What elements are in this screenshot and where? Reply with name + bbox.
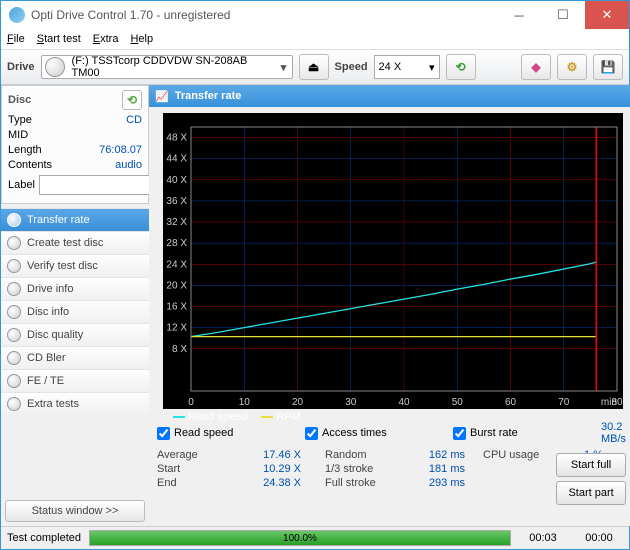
elapsed-time: 00:03 (519, 532, 567, 544)
remaining-time: 00:00 (575, 532, 623, 544)
start-part-button[interactable]: Start part (556, 481, 626, 505)
speed-selector[interactable]: 24 X▾ (374, 55, 440, 79)
menu-start-test[interactable]: Start test (37, 33, 81, 45)
svg-text:50: 50 (451, 397, 463, 408)
content-panel: 📈 Transfer rate 8 X 12 X 16 X 20 X 24 X 28 X 3… (149, 85, 630, 526)
status-text: Test completed (7, 532, 81, 544)
start-full-button[interactable]: Start full (556, 453, 626, 477)
eject-button[interactable]: ⏏ (299, 54, 329, 80)
access-times-checkbox[interactable]: Access times (305, 421, 453, 445)
bullet-icon (7, 351, 21, 365)
settings-button[interactable]: ⚙ (557, 54, 587, 80)
bullet-icon (7, 305, 21, 319)
refresh-button[interactable]: ⟲ (446, 54, 476, 80)
svg-text:32 X: 32 X (166, 217, 187, 228)
chevron-down-icon: ▾ (429, 61, 435, 74)
nav-item-extra-tests[interactable]: Extra tests (1, 392, 149, 415)
nav-item-transfer-rate[interactable]: Transfer rate (1, 208, 149, 231)
menu-file[interactable]: File (7, 33, 25, 45)
bullet-icon (7, 328, 21, 342)
sidebar: Disc ⟲ TypeCDMIDLength76:08.07Contentsau… (1, 85, 149, 526)
bullet-icon (7, 259, 21, 273)
svg-text:36 X: 36 X (166, 196, 187, 207)
status-window-button[interactable]: Status window >> (5, 500, 145, 522)
nav-item-verify-test-disc[interactable]: Verify test disc (1, 254, 149, 277)
svg-text:10: 10 (238, 397, 250, 408)
disc-refresh-button[interactable]: ⟲ (122, 90, 142, 110)
transfer-rate-chart: 8 X 12 X 16 X 20 X 24 X 28 X 32 X 36 X 40 X 44 X 4… (155, 113, 630, 409)
disc-header: Disc (8, 94, 31, 106)
disc-icon (45, 57, 65, 77)
nav-item-cd-bler[interactable]: CD Bler (1, 346, 149, 369)
svg-text:16 X: 16 X (166, 302, 187, 313)
svg-text:24 X: 24 X (166, 259, 187, 270)
chevron-down-icon: ▾ (276, 61, 292, 74)
nav-item-create-test-disc[interactable]: Create test disc (1, 231, 149, 254)
content-title: Transfer rate (175, 90, 242, 102)
svg-text:20 X: 20 X (166, 280, 187, 291)
erase-button[interactable]: ◆ (521, 54, 551, 80)
bullet-icon (7, 374, 21, 388)
save-button[interactable]: 💾 (593, 54, 623, 80)
app-icon (9, 7, 25, 23)
svg-text:30: 30 (345, 397, 357, 408)
chart-icon: 📈 (155, 90, 169, 103)
chart-legend: Read speed RPM (173, 411, 301, 423)
minimize-button[interactable]: ─ (497, 1, 541, 29)
svg-text:0: 0 (188, 397, 194, 408)
nav-item-fe-te[interactable]: FE / TE (1, 369, 149, 392)
statusbar: Test completed 100.0% 00:03 00:00 (1, 526, 629, 549)
close-button[interactable]: ✕ (585, 1, 629, 29)
nav-item-disc-info[interactable]: Disc info (1, 300, 149, 323)
nav-item-disc-quality[interactable]: Disc quality (1, 323, 149, 346)
svg-text:44 X: 44 X (166, 154, 187, 165)
svg-text:20: 20 (291, 397, 303, 408)
svg-text:70: 70 (558, 397, 570, 408)
toolbar: Drive (F:) TSSTcorp CDDVDW SN-208AB TM00… (1, 49, 629, 85)
svg-text:12 X: 12 X (166, 323, 187, 334)
speed-label: Speed (335, 61, 368, 73)
progress-bar: 100.0% (89, 530, 511, 546)
menu-extra[interactable]: Extra (93, 33, 119, 45)
drive-selector[interactable]: (F:) TSSTcorp CDDVDW SN-208AB TM00 ▾ (41, 55, 293, 79)
menu-help[interactable]: Help (130, 33, 153, 45)
bullet-icon (7, 282, 21, 296)
svg-text:28 X: 28 X (166, 238, 187, 249)
disc-panel: Disc ⟲ TypeCDMIDLength76:08.07Contentsau… (1, 85, 149, 204)
maximize-button[interactable]: ☐ (541, 1, 585, 29)
svg-text:8 X: 8 X (172, 344, 187, 355)
bullet-icon (7, 397, 21, 411)
nav-item-drive-info[interactable]: Drive info (1, 277, 149, 300)
label-label: Label (8, 179, 35, 191)
burst-rate-value: 30.2 MB/s (601, 421, 626, 445)
bullet-icon (7, 213, 21, 227)
options-row: Read speed Access times Burst rate 30.2 … (157, 421, 630, 445)
svg-text:48 X: 48 X (166, 133, 187, 144)
svg-text:min: min (600, 397, 616, 408)
burst-rate-checkbox[interactable]: Burst rate (453, 421, 601, 445)
menubar: File Start test Extra Help (1, 29, 629, 49)
drive-label: Drive (7, 61, 35, 73)
svg-text:40: 40 (398, 397, 410, 408)
svg-text:40 X: 40 X (166, 175, 187, 186)
bullet-icon (7, 236, 21, 250)
titlebar: Opti Drive Control 1.70 - unregistered ─… (1, 1, 629, 29)
read-speed-checkbox[interactable]: Read speed (157, 421, 305, 445)
window-title: Opti Drive Control 1.70 - unregistered (31, 8, 497, 22)
svg-text:60: 60 (504, 397, 516, 408)
nav-list: Transfer rateCreate test discVerify test… (1, 208, 149, 415)
